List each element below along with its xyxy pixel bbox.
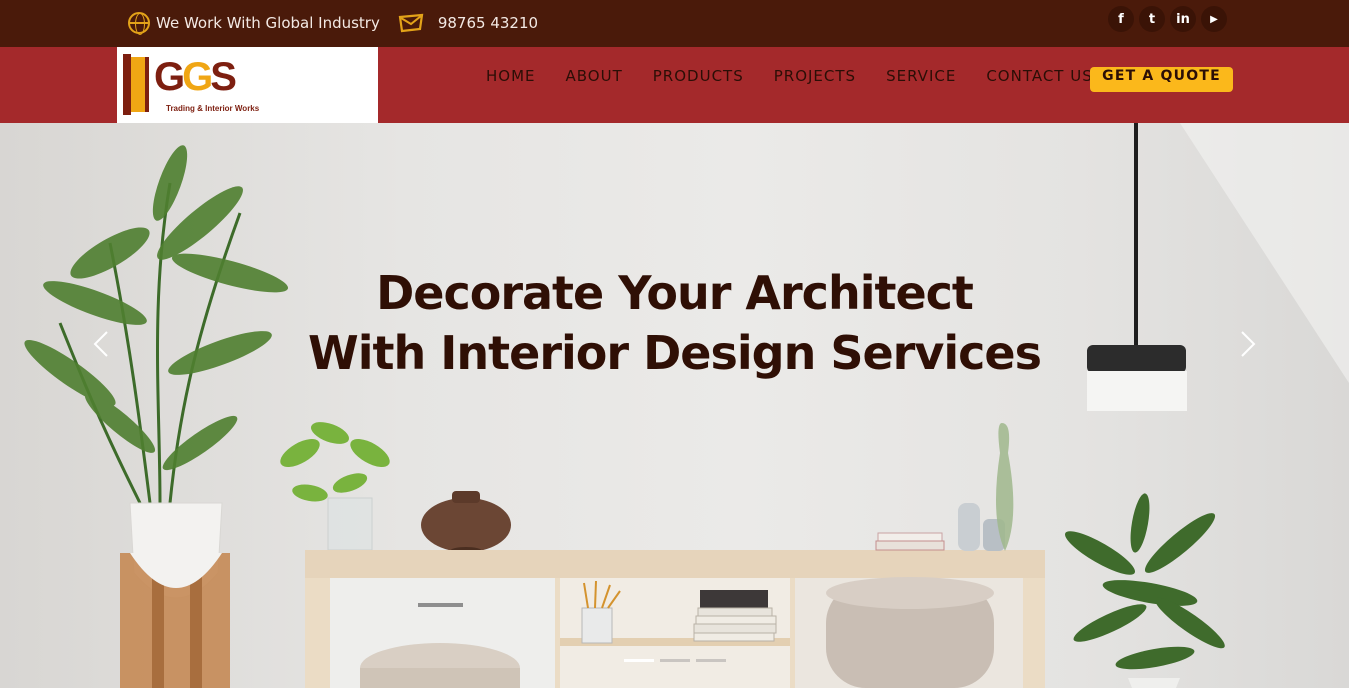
get-quote-button[interactable]: GET A QUOTE <box>1090 67 1233 92</box>
slider-dot-2[interactable] <box>660 659 690 662</box>
top-bar: We Work With Global Industry 98765 43210… <box>0 0 1349 47</box>
slider-dots <box>624 659 732 662</box>
door-logo-icon <box>123 54 149 115</box>
next-arrow-icon[interactable] <box>1240 330 1256 358</box>
phone-icon <box>398 13 424 33</box>
social-links: f t in ▶ <box>1108 6 1227 32</box>
main-header: GGS Trading & Interior Works HOME ABOUT … <box>0 47 1349 123</box>
tagline-item: We Work With Global Industry <box>128 12 380 35</box>
nav-projects[interactable]: PROJECTS <box>774 67 856 85</box>
logo-letter-1: G <box>154 55 185 99</box>
hero-title-line-2: With Interior Design Services <box>308 326 1042 380</box>
logo-letter-2: G <box>182 55 213 99</box>
phone-item[interactable]: 98765 43210 <box>398 13 538 33</box>
logo-letters: GGS <box>154 55 237 99</box>
nav-contact[interactable]: CONTACT US <box>986 67 1092 85</box>
twitter-icon[interactable]: t <box>1139 6 1165 32</box>
main-nav: HOME ABOUT PRODUCTS PROJECTS SERVICE CON… <box>486 67 1123 85</box>
prev-arrow-icon[interactable] <box>93 330 109 358</box>
phone-number[interactable]: 98765 43210 <box>438 14 538 32</box>
hero-slider: Decorate Your Architect With Interior De… <box>0 123 1349 688</box>
youtube-icon[interactable]: ▶ <box>1201 6 1227 32</box>
hero-background-image <box>24 123 1349 688</box>
nav-products[interactable]: PRODUCTS <box>653 67 744 85</box>
nav-service[interactable]: SERVICE <box>886 67 956 85</box>
nav-about[interactable]: ABOUT <box>566 67 623 85</box>
globe-icon <box>128 12 150 35</box>
hero-title-line-1: Decorate Your Architect <box>376 266 974 320</box>
slider-dot-1[interactable] <box>624 659 654 662</box>
slider-dot-3[interactable] <box>696 659 726 662</box>
logo-tagline: Trading & Interior Works <box>166 104 260 113</box>
logo-letter-3: S <box>210 55 237 99</box>
tagline-text: We Work With Global Industry <box>156 14 380 32</box>
linkedin-icon[interactable]: in <box>1170 6 1196 32</box>
contact-strip: We Work With Global Industry 98765 43210 <box>128 12 538 35</box>
facebook-icon[interactable]: f <box>1108 6 1134 32</box>
hero-title: Decorate Your Architect With Interior De… <box>0 263 1349 383</box>
nav-home[interactable]: HOME <box>486 67 536 85</box>
logo[interactable]: GGS Trading & Interior Works <box>117 47 378 123</box>
